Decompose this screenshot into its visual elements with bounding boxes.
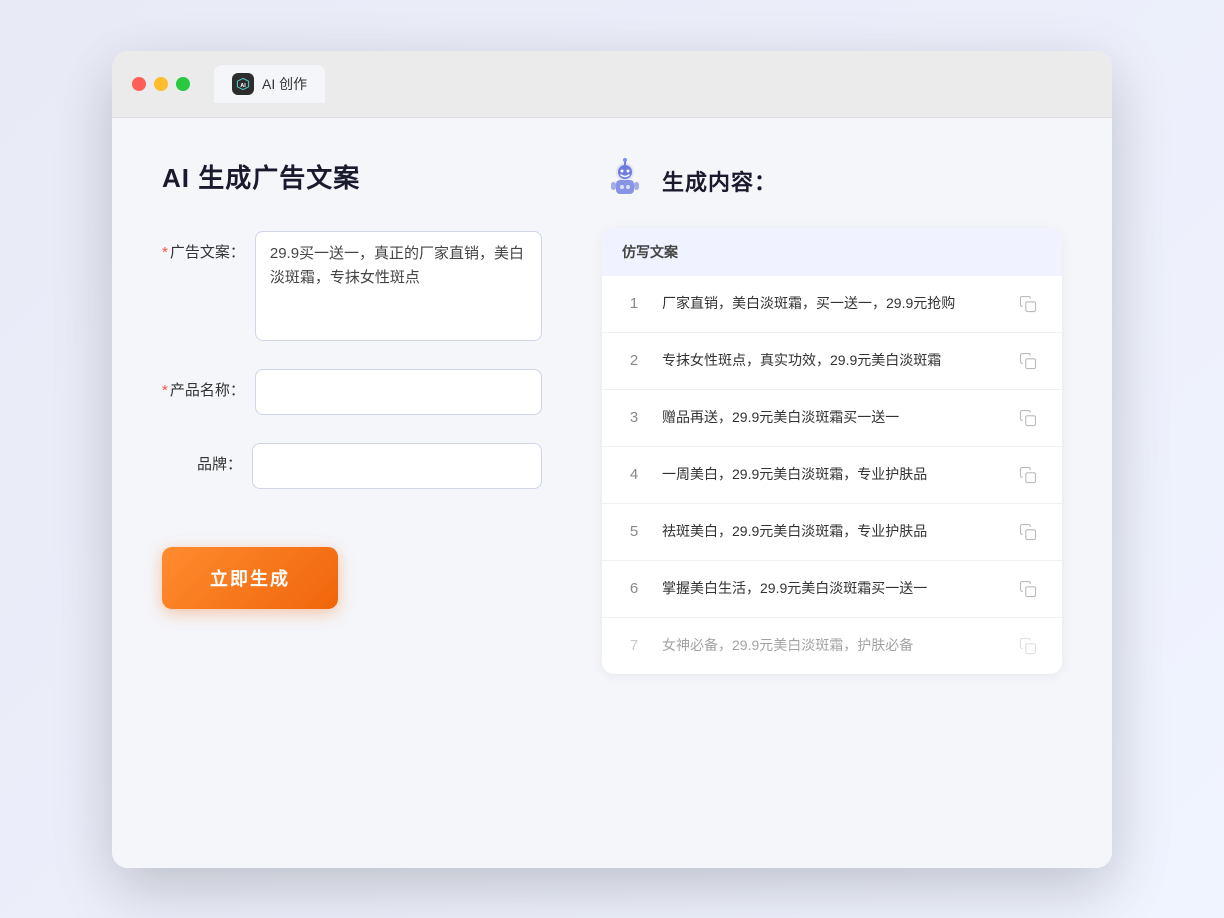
result-text-2: 专抹女性斑点，真实功效，29.9元美白淡斑霜 [662,350,998,371]
right-title: 生成内容： [662,165,777,197]
browser-window: AI AI 创作 AI 生成广告文案 *广告文案： 29.9买一送一，真正的厂家… [112,51,1112,868]
result-num-3: 3 [622,409,646,426]
copy-icon-3[interactable] [1014,404,1042,432]
left-panel: AI 生成广告文案 *广告文案： 29.9买一送一，真正的厂家直销，美白淡斑霜，… [162,158,542,828]
result-num-1: 1 [622,295,646,312]
ad-copy-group: *广告文案： 29.9买一送一，真正的厂家直销，美白淡斑霜，专抹女性斑点 [162,231,542,341]
result-num-5: 5 [622,523,646,540]
result-row-faded: 7 女神必备，29.9元美白淡斑霜，护肤必备 [602,618,1062,674]
product-name-group: *产品名称： 美白淡斑霜 [162,369,542,415]
copy-icon-2[interactable] [1014,347,1042,375]
result-text-5: 祛斑美白，29.9元美白淡斑霜，专业护肤品 [662,521,998,542]
svg-text:AI: AI [240,82,246,88]
robot-icon [602,158,648,204]
generate-button[interactable]: 立即生成 [162,547,338,609]
close-button[interactable] [132,77,146,91]
result-num-2: 2 [622,352,646,369]
result-text-1: 厂家直销，美白淡斑霜，买一送一，29.9元抢购 [662,293,998,314]
ai-tab[interactable]: AI AI 创作 [214,65,325,103]
right-header: 生成内容： [602,158,1062,204]
copy-icon-4[interactable] [1014,461,1042,489]
result-text-6: 掌握美白生活，29.9元美白淡斑霜买一送一 [662,578,998,599]
browser-titlebar: AI AI 创作 [112,51,1112,118]
result-num-6: 6 [622,580,646,597]
result-row: 1 厂家直销，美白淡斑霜，买一送一，29.9元抢购 [602,276,1062,333]
product-name-label: *产品名称： [162,369,245,400]
result-num-7: 7 [622,637,646,654]
brand-group: 品牌： 好白 [162,443,542,489]
result-text-4: 一周美白，29.9元美白淡斑霜，专业护肤品 [662,464,998,485]
copy-icon-1[interactable] [1014,290,1042,318]
result-text-7: 女神必备，29.9元美白淡斑霜，护肤必备 [662,635,998,656]
required-star-2: * [162,382,168,399]
results-table: 仿写文案 1 厂家直销，美白淡斑霜，买一送一，29.9元抢购 2 专抹女性斑点，… [602,228,1062,674]
result-row: 6 掌握美白生活，29.9元美白淡斑霜买一送一 [602,561,1062,618]
results-header: 仿写文案 [602,228,1062,276]
brand-label: 品牌： [162,443,242,474]
copy-icon-5[interactable] [1014,518,1042,546]
ai-icon: AI [232,73,254,95]
ad-copy-label: *广告文案： [162,231,245,262]
page-title: AI 生成广告文案 [162,158,542,195]
traffic-lights [132,77,190,91]
brand-input[interactable]: 好白 [252,443,542,489]
minimize-button[interactable] [154,77,168,91]
maximize-button[interactable] [176,77,190,91]
ad-copy-input[interactable]: 29.9买一送一，真正的厂家直销，美白淡斑霜，专抹女性斑点 [255,231,542,341]
result-row: 4 一周美白，29.9元美白淡斑霜，专业护肤品 [602,447,1062,504]
copy-icon-7[interactable] [1014,632,1042,660]
browser-content: AI 生成广告文案 *广告文案： 29.9买一送一，真正的厂家直销，美白淡斑霜，… [112,118,1112,868]
copy-icon-6[interactable] [1014,575,1042,603]
right-panel: 生成内容： 仿写文案 1 厂家直销，美白淡斑霜，买一送一，29.9元抢购 2 [602,158,1062,828]
tab-label: AI 创作 [262,74,307,94]
required-star-1: * [162,244,168,261]
result-text-3: 赠品再送，29.9元美白淡斑霜买一送一 [662,407,998,428]
result-row: 5 祛斑美白，29.9元美白淡斑霜，专业护肤品 [602,504,1062,561]
result-row: 3 赠品再送，29.9元美白淡斑霜买一送一 [602,390,1062,447]
product-name-input[interactable]: 美白淡斑霜 [255,369,542,415]
result-row: 2 专抹女性斑点，真实功效，29.9元美白淡斑霜 [602,333,1062,390]
result-num-4: 4 [622,466,646,483]
